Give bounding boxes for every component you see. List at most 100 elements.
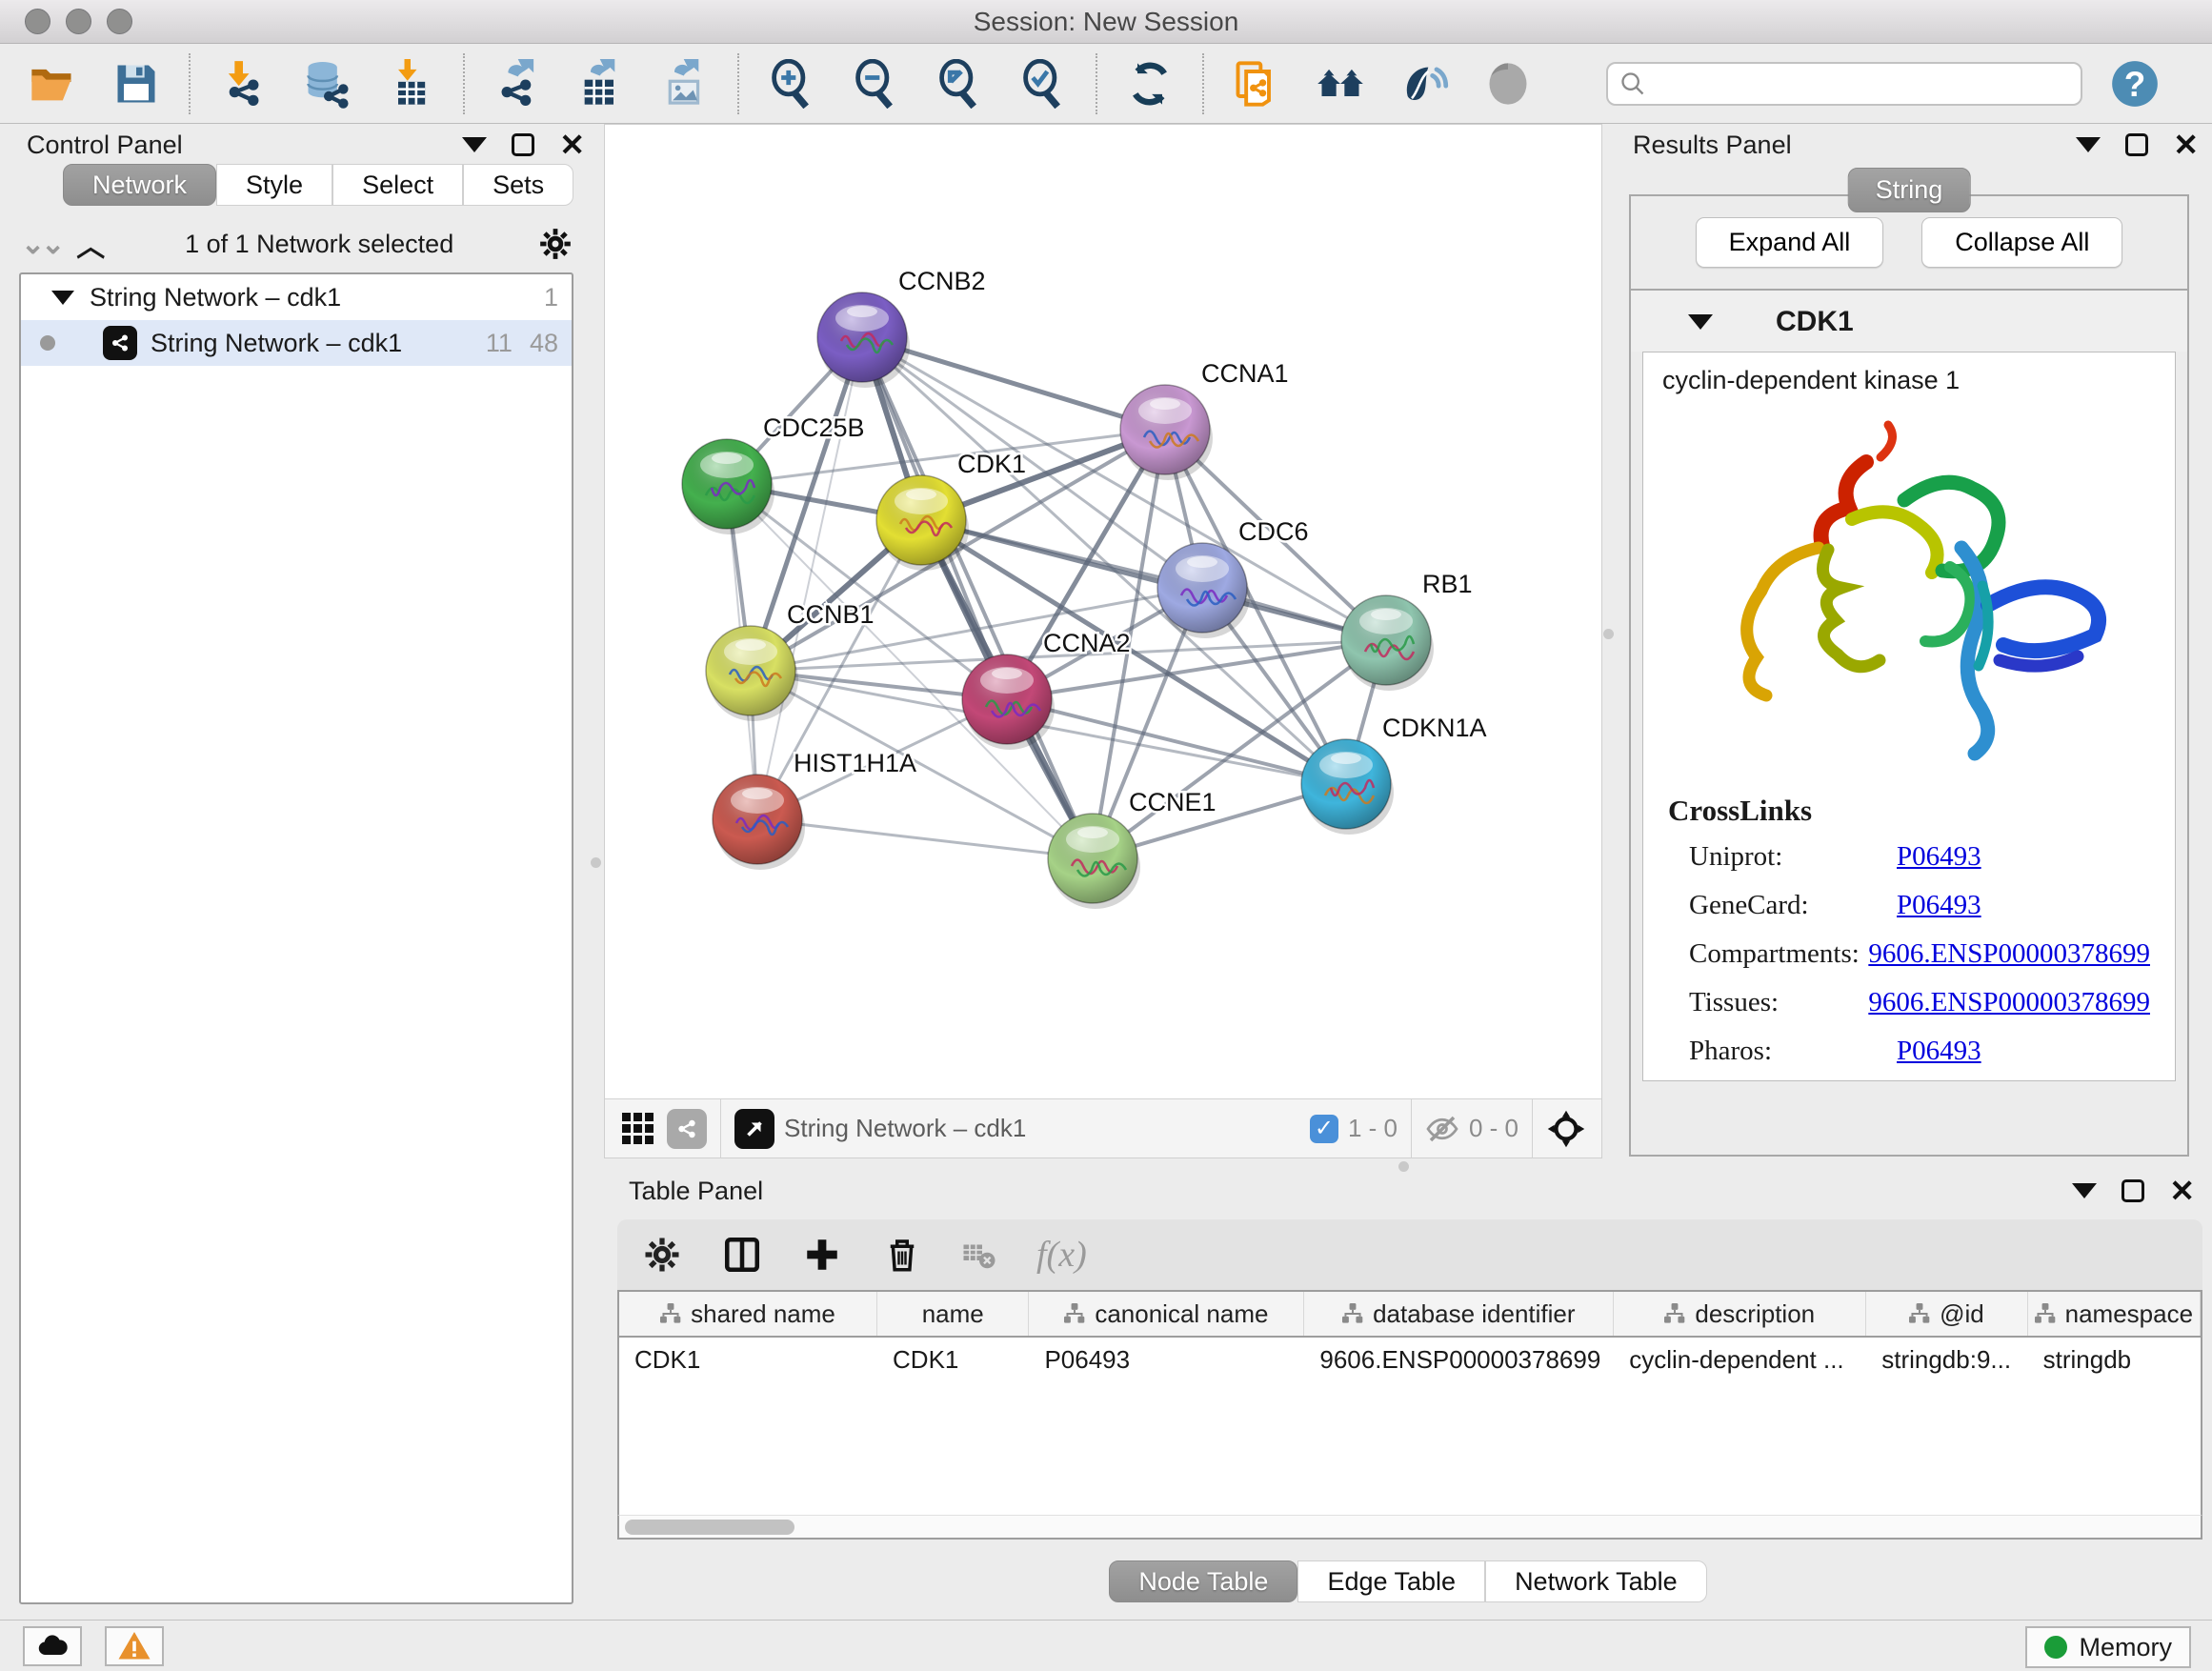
network-row[interactable]: String Network – cdk1 11 48	[21, 320, 572, 366]
zoom-selected-icon[interactable]	[1016, 56, 1071, 111]
save-session-icon[interactable]	[109, 56, 164, 111]
export-image-icon[interactable]	[657, 56, 713, 111]
open-in-window-icon[interactable]	[734, 1109, 774, 1149]
tab-node-table[interactable]: Node Table	[1109, 1560, 1297, 1602]
minimize-window-button[interactable]	[66, 9, 91, 34]
tab-sets[interactable]: Sets	[463, 164, 573, 206]
string-import-icon[interactable]	[1229, 56, 1284, 111]
hidden-eye-icon[interactable]	[1425, 1112, 1459, 1146]
cell[interactable]: 9606.ENSP00000378699	[1304, 1345, 1614, 1375]
node-CDC6[interactable]: CDC6	[1157, 517, 1309, 638]
zoom-in-icon[interactable]	[764, 56, 819, 111]
help-icon[interactable]: ?	[2107, 56, 2162, 111]
selected-checkbox-icon[interactable]: ✓	[1310, 1115, 1338, 1143]
uniprot-link[interactable]: P06493	[1897, 841, 1981, 873]
column-header-shared-name[interactable]: shared name	[619, 1292, 877, 1336]
zoom-fit-icon[interactable]	[932, 56, 987, 111]
export-table-icon[interactable]	[573, 56, 629, 111]
close-panel-icon[interactable]: ✕	[559, 130, 585, 160]
scrollbar-thumb[interactable]	[625, 1520, 794, 1535]
node-CDKN1A[interactable]: CDKN1A	[1301, 714, 1487, 835]
node-CDK1[interactable]: CDK1	[876, 450, 1026, 571]
expand-all-networks-icon[interactable]: ⌄⌄	[21, 228, 61, 261]
cell[interactable]: stringdb:9...	[1866, 1345, 2027, 1375]
float-panel-icon[interactable]	[2122, 1179, 2144, 1202]
export-network-icon[interactable]	[490, 56, 545, 111]
network-canvas[interactable]: CCNB2CCNA1CDC25BCDK1CDC6RB1CCNB1CCNA2CDK…	[605, 125, 1601, 1098]
cell[interactable]: CDK1	[619, 1345, 877, 1375]
show-hide-eye-icon[interactable]	[1480, 56, 1536, 111]
tab-string[interactable]: String	[1848, 168, 1971, 212]
open-session-icon[interactable]	[25, 56, 80, 111]
panel-menu-icon[interactable]	[462, 137, 487, 152]
gene-section-header[interactable]: CDK1	[1631, 291, 2187, 352]
tab-select[interactable]: Select	[332, 164, 463, 206]
network-collection-row[interactable]: String Network – cdk1 1	[21, 274, 572, 320]
collection-expand-icon[interactable]	[51, 291, 74, 305]
zoom-out-icon[interactable]	[848, 56, 903, 111]
bottom-splitter-handle[interactable]	[1398, 1161, 1409, 1172]
column-header-name[interactable]: name	[877, 1292, 1029, 1336]
import-table-file-icon[interactable]	[383, 56, 438, 111]
import-network-file-icon[interactable]	[215, 56, 271, 111]
search-box[interactable]	[1606, 62, 2082, 106]
table-row[interactable]: CDK1CDK1P064939606.ENSP00000378699cyclin…	[619, 1338, 2201, 1381]
cloud-button[interactable]	[23, 1626, 82, 1666]
tab-style[interactable]: Style	[216, 164, 332, 206]
genecard-link[interactable]: P06493	[1897, 890, 1981, 921]
expand-all-button[interactable]: Expand All	[1696, 217, 1884, 268]
float-panel-icon[interactable]	[512, 133, 534, 156]
close-panel-icon[interactable]: ✕	[2173, 130, 2199, 160]
collapse-all-networks-icon[interactable]: ︿	[76, 223, 101, 265]
network-badge-icon[interactable]	[667, 1109, 707, 1149]
maximize-window-button[interactable]	[107, 9, 132, 34]
add-column-icon[interactable]	[802, 1235, 842, 1275]
tissues-link[interactable]: 9606.ENSP00000378699	[1868, 987, 2150, 1018]
network-options-gear-icon[interactable]	[537, 226, 573, 262]
tab-edge-table[interactable]: Edge Table	[1297, 1560, 1485, 1602]
tab-network-table[interactable]: Network Table	[1485, 1560, 1707, 1602]
panel-menu-icon[interactable]	[2072, 1183, 2097, 1198]
fit-selected-crosshair-icon[interactable]	[1546, 1109, 1586, 1149]
window-controls[interactable]	[25, 9, 132, 34]
show-columns-icon[interactable]	[722, 1235, 762, 1275]
column-header-canonical-name[interactable]: canonical name	[1029, 1292, 1304, 1336]
refresh-view-icon[interactable]	[1122, 56, 1177, 111]
birds-eye-view-icon[interactable]	[622, 1113, 654, 1144]
section-collapse-icon[interactable]	[1688, 314, 1713, 330]
close-window-button[interactable]	[25, 9, 50, 34]
column-header-description[interactable]: description	[1614, 1292, 1866, 1336]
cell[interactable]: CDK1	[877, 1345, 1029, 1375]
collapse-all-button[interactable]: Collapse All	[1921, 217, 2122, 268]
panel-menu-icon[interactable]	[2076, 137, 2101, 152]
node-CCNA1[interactable]: CCNA1	[1120, 359, 1289, 480]
tab-network[interactable]: Network	[63, 164, 216, 206]
node-RB1[interactable]: RB1	[1341, 570, 1473, 691]
column-header-namespace[interactable]: namespace	[2028, 1292, 2201, 1336]
column-header-database-identifier[interactable]: database identifier	[1304, 1292, 1614, 1336]
pharos-link[interactable]: P06493	[1897, 1036, 1981, 1067]
float-panel-icon[interactable]	[2125, 133, 2148, 156]
compartments-link[interactable]: 9606.ENSP00000378699	[1868, 938, 2150, 970]
node-table[interactable]: shared namenamecanonical namedatabase id…	[617, 1290, 2202, 1540]
first-neighbors-icon[interactable]	[1313, 56, 1368, 111]
table-options-gear-icon[interactable]	[642, 1235, 682, 1275]
cell[interactable]: stringdb	[2028, 1345, 2201, 1375]
import-network-database-icon[interactable]	[299, 56, 354, 111]
search-input[interactable]	[1654, 70, 2069, 99]
node-CDC25B[interactable]: CDC25B	[682, 413, 865, 534]
left-splitter-handle[interactable]	[591, 857, 601, 868]
memory-button[interactable]: Memory	[2025, 1626, 2191, 1668]
warnings-button[interactable]	[105, 1626, 164, 1666]
node-CCNB1[interactable]: CCNB1	[706, 600, 875, 721]
right-splitter-handle[interactable]	[1603, 629, 1614, 639]
cell[interactable]: P06493	[1029, 1345, 1304, 1375]
delete-column-icon[interactable]	[882, 1235, 922, 1275]
cell[interactable]: cyclin-dependent ...	[1614, 1345, 1866, 1375]
node-CCNE1[interactable]: CCNE1	[1048, 788, 1217, 909]
close-panel-icon[interactable]: ✕	[2169, 1176, 2195, 1206]
node-HIST1H1A[interactable]: HIST1H1A	[713, 749, 916, 870]
table-horizontal-scrollbar[interactable]	[617, 1515, 2202, 1540]
column-header-@id[interactable]: @id	[1866, 1292, 2027, 1336]
table-header-row[interactable]: shared namenamecanonical namedatabase id…	[619, 1292, 2201, 1338]
